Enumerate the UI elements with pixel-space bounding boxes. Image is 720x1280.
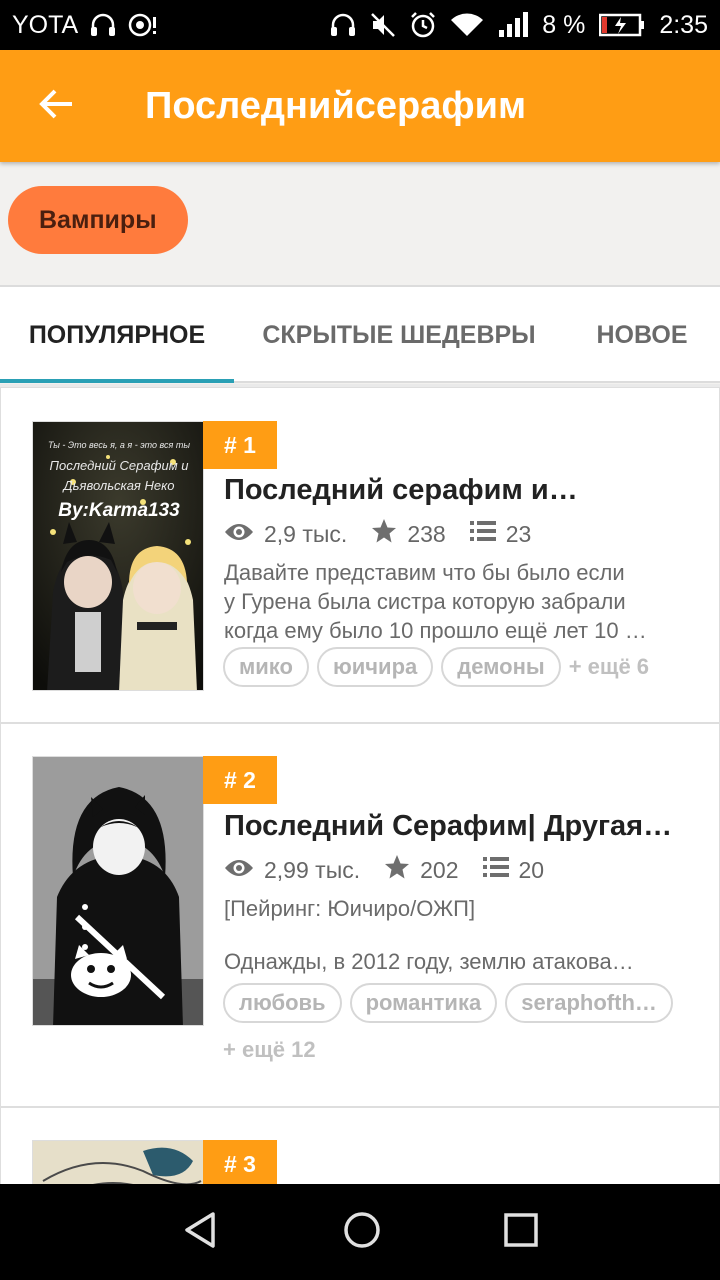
headset-icon (90, 13, 116, 37)
tag-chip[interactable]: мико (223, 647, 309, 687)
tag-chip[interactable]: романтика (349, 983, 498, 1023)
status-bar: YOTA 8 % 2:35 (0, 0, 720, 50)
list-item[interactable]: # 2 Последний Серафим| Другая… 2,99 тыс.… (0, 723, 720, 1107)
description-line: когда ему было 10 прошло ещё лет 10 … (224, 618, 647, 643)
recents-square-icon[interactable] (503, 1212, 539, 1253)
headset-icon (330, 13, 356, 37)
list-icon (469, 520, 496, 548)
more-tags-link[interactable]: + ещё 6 (569, 654, 649, 680)
clock-time: 2:35 (659, 10, 708, 39)
star-icon (371, 518, 397, 550)
battery-label: 8 % (542, 10, 586, 39)
story-cover[interactable] (32, 756, 204, 1026)
radio-icon (128, 13, 158, 37)
tag-chip[interactable]: любовь (223, 983, 342, 1023)
signal-icon (498, 12, 529, 38)
more-tags-link[interactable]: + ещё 12 (223, 1037, 316, 1063)
back-button[interactable] (0, 50, 112, 162)
story-title[interactable]: Последний Серафим| Другая… (224, 810, 694, 843)
tag-chip[interactable]: демоны (441, 647, 561, 687)
story-description: Однажды, в 2012 году, землю атакова… (224, 949, 634, 974)
rank-badge: # 2 (203, 756, 277, 804)
rank-badge: # 3 (203, 1140, 277, 1184)
story-title[interactable]: Последний серафим и… (224, 474, 694, 507)
parts-count: 23 (505, 520, 532, 547)
votes-count: 238 (407, 520, 446, 547)
star-icon (384, 854, 410, 886)
list-icon (482, 856, 509, 884)
tag-chip[interactable]: юичира (316, 647, 434, 687)
votes-count: 202 (420, 856, 459, 883)
page-title: Последнийсерафим (145, 84, 527, 127)
system-nav-bar (0, 1184, 720, 1280)
tab-popular[interactable]: ПОПУЛЯРНОЕ (0, 287, 234, 383)
story-stats: 2,9 тыс. 238 23 (224, 518, 555, 550)
list-item[interactable]: # 3 (0, 1107, 720, 1184)
tag-list: мико юичира демоны + ещё 6 (223, 647, 693, 687)
story-pairing: [Пейринг: Юичиро/ОЖП] (224, 896, 476, 921)
app-bar: Последнийсерафим (0, 50, 720, 162)
tab-bar: ПОПУЛЯРНОЕ СКРЫТЫЕ ШЕДЕВРЫ НОВОЕ (0, 285, 720, 383)
cover-text: Последний Серафим и (49, 458, 189, 473)
cover-text: Ты - Это весь я, а я - это вся ты (48, 440, 190, 450)
description-line: у Гурена была систра которую забрали (224, 589, 626, 614)
mute-icon (370, 12, 396, 38)
views-count: 2,99 тыс. (264, 856, 361, 883)
tag-list: любовь романтика seraphofth… (223, 983, 693, 1023)
battery-icon (599, 13, 645, 37)
description-line: Давайте представим что бы было если (224, 560, 625, 585)
eye-icon (224, 521, 254, 548)
story-cover[interactable]: Ты - Это весь я, а я - это вся ты Послед… (32, 421, 204, 691)
cover-text: By:Karma133 (58, 500, 180, 521)
list-item[interactable]: Ты - Это весь я, а я - это вся ты Послед… (0, 387, 720, 723)
category-area: Вампиры (0, 162, 720, 284)
wifi-icon (450, 12, 484, 38)
eye-icon (224, 857, 254, 884)
carrier-label: YOTA (12, 10, 79, 39)
back-triangle-icon[interactable] (181, 1210, 221, 1255)
rank-badge: # 1 (203, 421, 277, 469)
story-description: Давайте представим что бы было если у Гу… (224, 558, 689, 645)
views-count: 2,9 тыс. (264, 520, 348, 547)
tab-hidden-gems[interactable]: СКРЫТЫЕ ШЕДЕВРЫ (234, 287, 564, 383)
alarm-icon (410, 12, 436, 38)
cover-text: Дьявольская Неко (63, 478, 175, 493)
tag-chip[interactable]: seraphofth… (505, 983, 673, 1023)
story-cover[interactable] (32, 1140, 204, 1184)
tab-new[interactable]: НОВОЕ (564, 287, 720, 383)
category-chip[interactable]: Вампиры (8, 186, 188, 254)
story-list[interactable]: Ты - Это весь я, а я - это вся ты Послед… (0, 384, 720, 1184)
arrow-left-icon (38, 88, 74, 125)
parts-count: 20 (518, 856, 545, 883)
story-stats: 2,99 тыс. 202 20 (224, 854, 568, 886)
home-circle-icon[interactable] (342, 1210, 382, 1255)
